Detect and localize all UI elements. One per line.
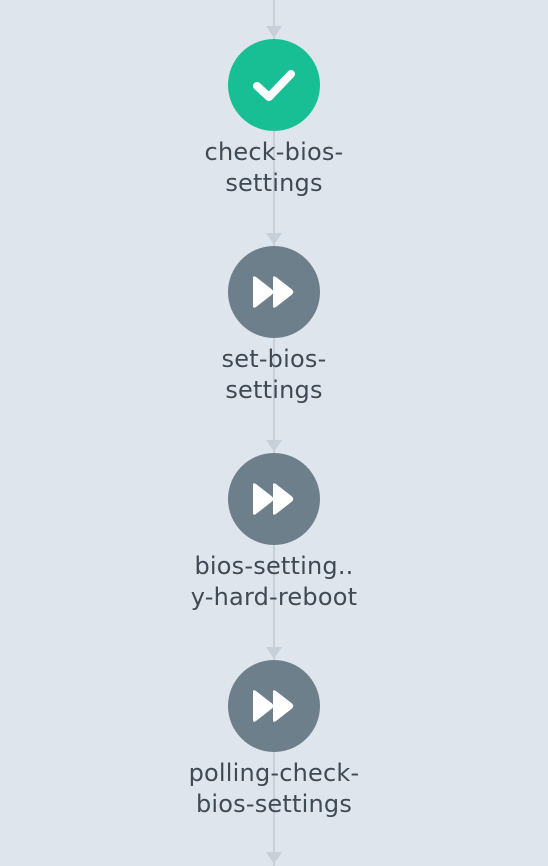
node-status-circle[interactable] xyxy=(228,246,320,338)
edge-arrow xyxy=(266,647,282,659)
fast-forward-icon xyxy=(253,483,294,515)
node-label-line: settings xyxy=(225,169,323,197)
node-label-line: y-hard-reboot xyxy=(190,583,358,611)
fast-forward-icon xyxy=(253,690,294,722)
node-status-circle[interactable] xyxy=(228,453,320,545)
node-label: check-bios- settings xyxy=(174,137,374,199)
node-label: bios-setting.. y-hard-reboot xyxy=(174,551,374,613)
node-status-circle[interactable] xyxy=(228,660,320,752)
node-label-line: bios-setting.. xyxy=(194,552,354,580)
edge-arrow xyxy=(266,852,282,864)
workflow-graph: check-bios- settings set-bios- settings … xyxy=(0,0,548,866)
node-label-line: bios-settings xyxy=(195,790,353,818)
node-label: polling-check- bios-settings xyxy=(174,758,374,820)
node-label-line: polling-check- xyxy=(188,759,360,787)
edge-arrow xyxy=(266,26,282,38)
edge-arrow xyxy=(266,440,282,452)
fast-forward-icon xyxy=(253,276,294,308)
node-label-line: check-bios- xyxy=(204,138,344,166)
check-icon xyxy=(253,70,295,101)
node-status-circle[interactable] xyxy=(228,39,320,131)
edge-arrow xyxy=(266,233,282,245)
node-label: set-bios- settings xyxy=(174,344,374,406)
node-label-line: set-bios- xyxy=(221,345,327,373)
node-label-line: settings xyxy=(225,376,323,404)
